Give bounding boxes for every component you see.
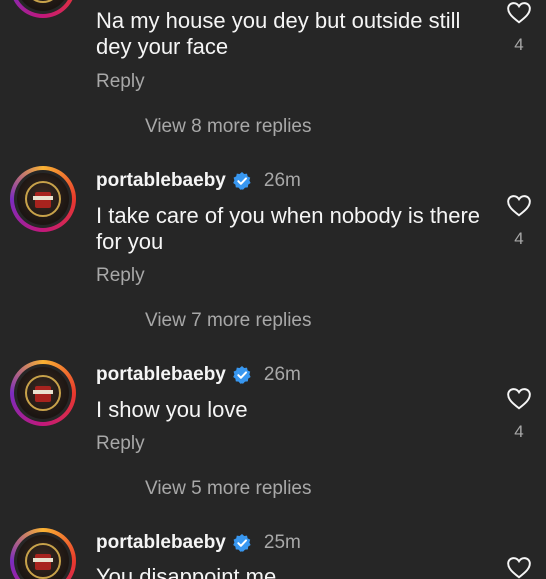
- view-more-replies-button[interactable]: View 8 more replies: [145, 116, 312, 138]
- username[interactable]: portablebaeby: [96, 170, 226, 192]
- heart-icon[interactable]: [506, 386, 532, 410]
- like-count: 4: [514, 35, 524, 54]
- timestamp: 26m: [263, 170, 301, 191]
- crest-icon: [25, 181, 61, 217]
- view-more-replies-button[interactable]: View 7 more replies: [145, 310, 312, 332]
- like-count: 4: [514, 229, 524, 248]
- like-count: 4: [514, 422, 524, 441]
- comment-header: portablebaeby 25m: [96, 532, 301, 554]
- comment-text: I take care of you when nobody is there …: [96, 203, 481, 254]
- timestamp: 25m: [263, 532, 301, 553]
- comment-text: You disappoint me: [96, 564, 277, 579]
- avatar[interactable]: [10, 0, 76, 18]
- heart-icon[interactable]: [506, 193, 532, 217]
- comment-text: I show you love: [96, 397, 248, 422]
- verified-badge-icon: [233, 366, 251, 384]
- avatar[interactable]: [10, 166, 76, 232]
- view-more-replies-button[interactable]: View 5 more replies: [145, 478, 312, 500]
- crest-icon: [33, 0, 53, 3]
- avatar[interactable]: [10, 528, 76, 579]
- reply-button[interactable]: Reply: [96, 265, 145, 287]
- crest-icon: [25, 375, 61, 411]
- comment-header: portablebaeby 26m: [96, 170, 301, 192]
- heart-icon[interactable]: [506, 0, 532, 24]
- comment-header: portablebaeby 26m: [96, 364, 301, 386]
- verified-badge-icon: [233, 534, 251, 552]
- heart-icon[interactable]: [506, 555, 532, 579]
- timestamp: 26m: [263, 364, 301, 385]
- crest-icon: [25, 543, 61, 579]
- reply-button[interactable]: Reply: [96, 71, 145, 93]
- username[interactable]: portablebaeby: [96, 364, 226, 386]
- avatar[interactable]: [10, 360, 76, 426]
- reply-button[interactable]: Reply: [96, 433, 145, 455]
- username[interactable]: portablebaeby: [96, 532, 226, 554]
- verified-badge-icon: [233, 172, 251, 190]
- comment-text: Na my house you dey but outside still de…: [96, 8, 461, 59]
